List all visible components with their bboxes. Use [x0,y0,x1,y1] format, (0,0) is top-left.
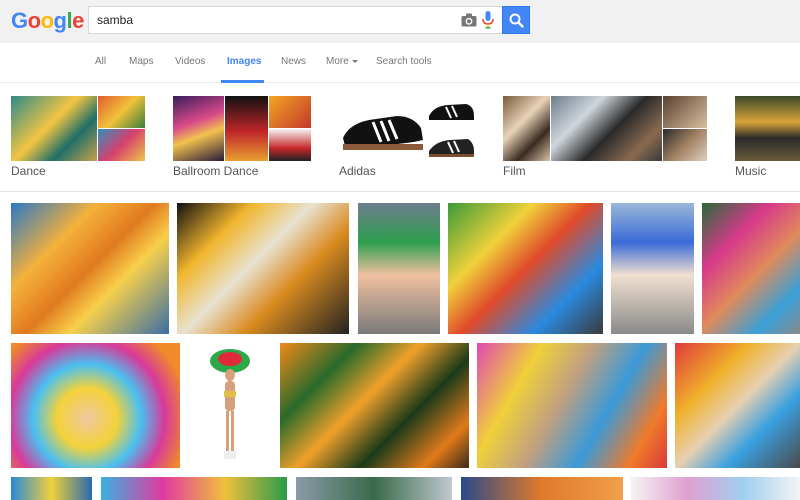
related-label: Adidas [339,164,376,178]
thumbnail-image [503,96,550,161]
result-image[interactable] [11,203,169,334]
related-thumbnails [173,96,311,161]
thumbnail-image [663,129,707,161]
result-image[interactable] [448,203,603,334]
thumbnail-image [225,96,268,161]
related-thumbnails [503,96,707,161]
tab-videos[interactable]: Videos [175,56,205,67]
related-thumbnails [735,96,800,161]
tab-more-label: More [326,56,349,67]
active-tab-indicator [221,80,264,83]
result-image[interactable] [702,203,800,334]
result-image[interactable] [280,343,469,468]
search-icon [509,13,524,28]
result-image[interactable] [177,203,349,334]
result-image[interactable] [296,477,452,500]
related-label: Ballroom Dance [173,164,259,178]
top-header: Google [0,0,800,43]
thumbnail-image [173,96,224,161]
result-image[interactable] [461,477,623,500]
related-thumbnails [339,96,476,161]
result-image[interactable] [11,343,180,468]
search-box [88,6,502,34]
related-music[interactable]: Music [735,96,800,178]
related-label: Film [503,164,526,178]
related-adidas[interactable]: Adidas [339,96,476,178]
search-tabs: All Maps Videos Images News More Search … [0,43,800,83]
search-input[interactable] [97,7,447,33]
tab-all[interactable]: All [95,56,106,67]
related-ballroom-dance[interactable]: Ballroom Dance [173,96,311,178]
logo-letter: o [27,8,41,33]
related-film[interactable]: Film [503,96,707,178]
thumbnail-image [269,129,311,161]
related-searches: Dance Ballroom Dance Adidas Film Music [0,84,800,192]
camera-icon[interactable] [461,13,477,27]
related-thumbnails [11,96,145,161]
thumbnail-image [735,96,800,161]
thumbnail-image [269,96,311,128]
thumbnail-image [426,96,476,128]
result-image[interactable] [188,343,272,468]
search-button[interactable] [502,6,530,34]
thumbnail-image [11,96,97,161]
mic-icon[interactable] [482,11,494,29]
google-logo[interactable]: Google [11,8,84,34]
related-dance[interactable]: Dance [11,96,145,178]
thumbnail-image [339,96,425,161]
logo-letter: g [53,8,67,33]
result-image[interactable] [477,343,667,468]
logo-letter: o [40,8,54,33]
related-label: Dance [11,164,46,178]
thumbnail-image [426,129,476,161]
result-image[interactable] [101,477,287,500]
thumbnail-image [98,96,145,128]
related-label: Music [735,164,767,178]
logo-letter: e [72,8,84,33]
tab-search-tools[interactable]: Search tools [376,56,432,67]
logo-letter: G [11,8,28,33]
tab-images[interactable]: Images [227,56,261,67]
chevron-down-icon [351,59,358,63]
thumbnail-image [98,129,145,161]
result-image[interactable] [675,343,800,468]
tab-more[interactable]: More [326,56,358,67]
tab-maps[interactable]: Maps [129,56,153,67]
thumbnail-image [663,96,707,128]
result-image[interactable] [11,477,92,500]
thumbnail-image [551,96,662,161]
result-image[interactable] [631,477,800,500]
result-image[interactable] [611,203,694,334]
result-image[interactable] [358,203,440,334]
tab-news[interactable]: News [281,56,306,67]
